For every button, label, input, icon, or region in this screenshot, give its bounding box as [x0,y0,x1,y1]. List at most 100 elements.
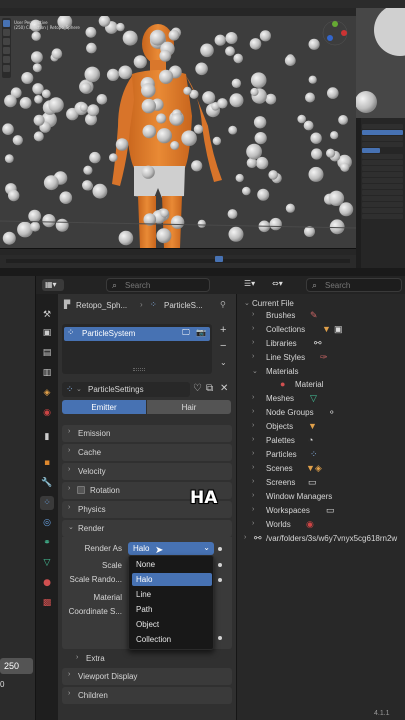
output-tab-icon[interactable]: ▤ [40,346,54,360]
area-divider[interactable] [0,268,405,276]
mini-properties-tabs[interactable] [356,118,361,268]
object-tab-icon[interactable]: ▪ [40,456,54,470]
modifiers-tab-icon[interactable]: 🔧 [40,476,54,490]
render-as-menu[interactable]: None Halo Line Path Object Collection [128,555,214,650]
chevron-right-icon[interactable]: › [76,654,78,661]
playhead[interactable] [215,256,223,262]
outliner-item-window-managers[interactable]: › Window Managers [252,490,402,504]
transform-tool-icon[interactable] [3,65,10,72]
keyframe-dot[interactable] [218,547,222,551]
tool-tab-icon[interactable]: ⚒ [40,308,54,322]
mini-properties[interactable] [356,118,405,268]
camera-icon[interactable]: 📷 [196,328,206,337]
list-item[interactable]: ⁘ ParticleSystem 🖵 📷 [64,327,210,341]
outliner-item-materials[interactable]: ⌄ Materials [252,365,402,379]
particle-sphere [141,83,156,98]
timeline-track[interactable] [6,259,350,263]
list-resize-handle[interactable] [133,368,145,371]
collection-tab-icon[interactable]: ▮ [40,430,54,444]
outliner-item-objects[interactable]: › Objects ▼ [252,420,402,434]
outliner-item-library-path[interactable]: › ⚯ /var/folders/3s/w6y7vnyx5cg618rn2w [244,532,404,546]
navigation-gizmo-icon[interactable] [320,18,350,48]
texture-tab-icon[interactable]: ▩ [40,596,54,610]
menu-item-halo[interactable]: Halo [132,573,212,586]
outliner-item-screens[interactable]: › Screens ▭ [252,476,402,490]
particle-sphere [233,53,243,64]
fake-user-icon[interactable]: ♡ [193,383,202,394]
timeline[interactable] [0,248,356,268]
rotate-tool-icon[interactable] [3,47,10,54]
world-tab-icon[interactable]: ◉ [40,406,54,420]
outliner-item-meshes[interactable]: › Meshes ▽ [252,392,402,406]
chevron-right-icon: › [68,428,71,435]
menu-item-object[interactable]: Object [132,618,212,631]
scene-tab-icon[interactable]: ◈ [40,386,54,400]
outliner-item-worlds[interactable]: › Worlds ◉ [252,518,402,532]
display-mode-icon[interactable]: ⇔▾ [272,279,302,291]
menu-item-path[interactable]: Path [132,603,212,616]
menu-item-line[interactable]: Line [132,588,212,601]
tool-shelf[interactable] [2,18,11,78]
outliner-item-scenes[interactable]: › Scenes ▼◈ [252,462,402,476]
workspace-icon: ▭ [326,505,335,515]
tab-emitter[interactable]: Emitter [62,400,146,414]
particle-sphere [32,83,44,95]
select-tool-icon[interactable] [3,20,10,27]
settings-datablock-field[interactable]: ⁘ ⌄ ParticleSettings [62,382,190,397]
keyframe-dot[interactable] [218,636,222,640]
outliner-header: ☰▾ ⇔▾ ⌕ Search [236,276,405,294]
outliner-item-libraries[interactable]: › Libraries ⚯ [252,337,402,351]
panel-emission[interactable]: › Emission [62,425,232,442]
particle-sphere [141,98,156,114]
keyframe-dot[interactable] [218,563,222,567]
data-tab-icon[interactable]: ▽ [40,556,54,570]
rotation-checkbox[interactable] [77,486,85,494]
panel-render[interactable]: ⌄ Render [62,520,232,537]
monitor-icon[interactable]: 🖵 [182,328,190,338]
duplicate-icon[interactable]: ⧉ [206,383,213,394]
mini-viewport[interactable] [356,8,405,118]
chevron-down-icon[interactable]: ⌄ [220,358,227,367]
panel-velocity[interactable]: › Velocity [62,463,232,480]
pin-icon[interactable]: ⚲ [220,300,226,309]
physics-tab-icon[interactable]: ◎ [40,516,54,530]
render-tab-icon[interactable]: ▣ [40,326,54,340]
menu-item-collection[interactable]: Collection [132,633,212,646]
properties-search-input[interactable]: ⌕ Search [106,278,210,292]
start-frame-field[interactable]: 0 [0,678,33,692]
outliner-item-node-groups[interactable]: › Node Groups ⚬ [252,406,402,420]
panel-extra[interactable]: Extra [86,654,105,663]
panel-cache[interactable]: › Cache [62,444,232,461]
menu-item-none[interactable]: None [132,558,212,571]
tab-hair[interactable]: Hair [147,400,231,414]
render-as-dropdown[interactable]: Halo ⌄ [128,542,214,555]
outliner-item-line-styles[interactable]: › Line Styles ✑ [252,351,402,365]
move-tool-icon[interactable] [3,38,10,45]
constraints-tab-icon[interactable]: ⚭ [40,536,54,550]
material-tab-icon[interactable]: ● [40,576,54,590]
outliner-item-brushes[interactable]: › Brushes ✎ [252,309,402,323]
outliner-item-workspaces[interactable]: › Workspaces ▭ [252,504,402,518]
panel-viewport-display[interactable]: › Viewport Display [62,668,232,685]
3d-viewport[interactable] [0,16,356,248]
cursor-tool-icon[interactable] [3,29,10,36]
panel-children[interactable]: › Children [62,687,232,704]
particles-tab-icon[interactable]: ⁘ [40,496,54,510]
remove-icon[interactable]: − [220,340,226,352]
outliner-item-collections[interactable]: › Collections ▼ ▣ [252,323,402,337]
viewport-header[interactable] [0,8,356,16]
editor-type-icon[interactable]: ☰▾ [244,279,266,291]
view-layer-tab-icon[interactable]: ▥ [40,366,54,380]
chevron-right-icon: › [252,408,255,415]
add-icon[interactable]: + [220,324,226,336]
scale-tool-icon[interactable] [3,56,10,63]
editor-type-icon[interactable]: ▦▾ [42,279,64,291]
keyframe-dot[interactable] [218,578,222,582]
chevron-right-icon: › [252,506,255,513]
close-icon[interactable]: ✕ [220,383,228,394]
current-frame-field[interactable]: 250 [0,658,33,674]
outliner-item-palettes[interactable]: › Palettes ◔ [252,434,402,448]
outliner-item-material[interactable]: ● Material [280,378,400,392]
outliner-item-particles[interactable]: › Particles ⁘ [252,448,402,462]
outliner-search-input[interactable]: ⌕ Search [306,278,402,292]
